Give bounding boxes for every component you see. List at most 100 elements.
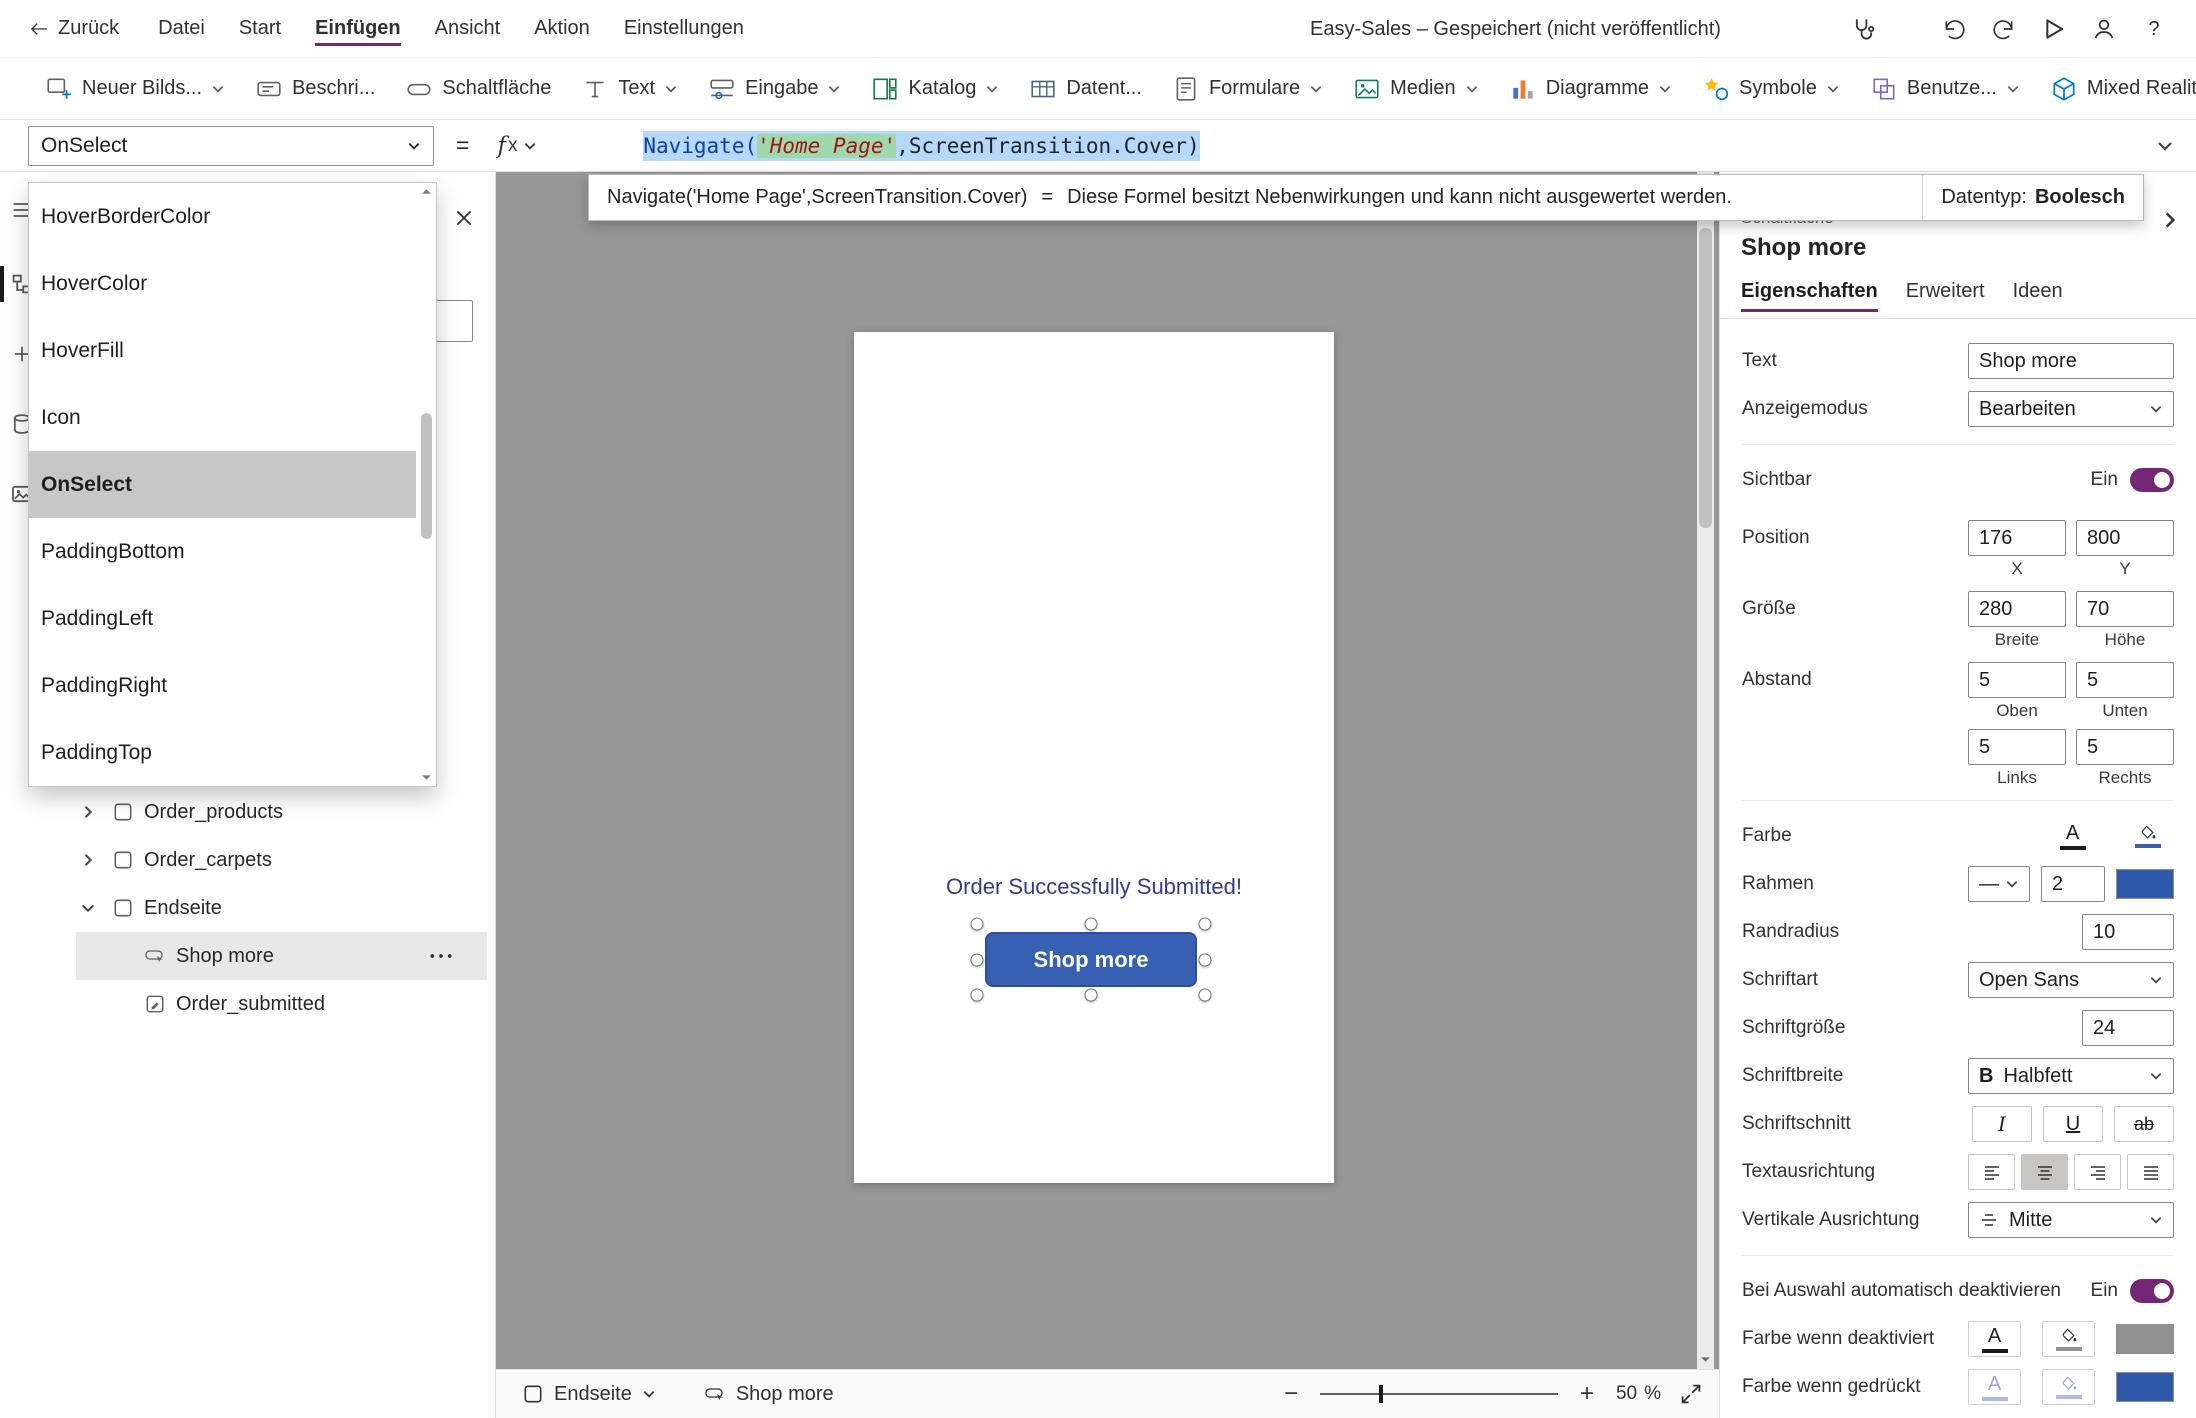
fullscreen-icon[interactable]	[1679, 1382, 1703, 1406]
menu-einfuegen[interactable]: Einfügen	[298, 17, 418, 46]
resize-handle-se[interactable]	[1198, 988, 1212, 1002]
canvas-label[interactable]: Order Successfully Submitted!	[854, 874, 1334, 900]
ribbon-button[interactable]: Schaltfläche	[390, 75, 566, 103]
scroll-up-icon[interactable]	[420, 185, 433, 198]
canvas-scrollbar[interactable]	[1697, 172, 1714, 1369]
menu-datei[interactable]: Datei	[141, 17, 222, 40]
tab-ideen[interactable]: Ideen	[2013, 280, 2063, 312]
scrollbar-thumb[interactable]	[1699, 228, 1712, 528]
padding-right-input[interactable]: 5	[2076, 729, 2174, 765]
align-center-button[interactable]	[2021, 1154, 2068, 1190]
padding-left-input[interactable]: 5	[1968, 729, 2066, 765]
ribbon-text[interactable]: Text	[566, 75, 693, 103]
property-selector[interactable]: OnSelect	[28, 125, 434, 166]
font-size-input[interactable]: 24	[2082, 1010, 2174, 1046]
zoom-out-button[interactable]: −	[1280, 1380, 1302, 1408]
play-preview-icon[interactable]	[2042, 17, 2066, 41]
pressed-color-swatch[interactable]	[2116, 1372, 2174, 1402]
display-mode-dropdown[interactable]: Bearbeiten	[1968, 391, 2174, 427]
ribbon-charts[interactable]: Diagramme	[1494, 75, 1687, 103]
menu-ansicht[interactable]: Ansicht	[418, 17, 518, 40]
undo-icon[interactable]	[1942, 17, 1966, 41]
align-right-button[interactable]	[2074, 1154, 2121, 1190]
tree-item-endseite[interactable]: Endseite	[0, 884, 489, 932]
dropdown-item-paddingright[interactable]: PaddingRight	[29, 652, 436, 719]
canvas-button[interactable]: Shop more	[985, 932, 1197, 987]
auto-disable-toggle[interactable]	[2130, 1279, 2174, 1303]
back-button[interactable]: Zurück	[0, 17, 141, 40]
chevron-right-icon[interactable]	[80, 852, 96, 868]
ribbon-label[interactable]: Beschri...	[240, 75, 390, 103]
share-person-icon[interactable]	[2092, 17, 2116, 41]
strikethrough-button[interactable]: ab	[2114, 1106, 2174, 1142]
chevron-down-icon[interactable]	[80, 900, 96, 916]
underline-button[interactable]: U	[2043, 1106, 2103, 1142]
dropdown-item-paddingtop[interactable]: PaddingTop	[29, 719, 436, 786]
dropdown-item-hovercolor[interactable]: HoverColor	[29, 250, 436, 317]
ribbon-gallery[interactable]: Katalog	[856, 75, 1014, 103]
dropdown-item-icon[interactable]: Icon	[29, 384, 436, 451]
resize-handle-sw[interactable]	[970, 988, 984, 1002]
position-y-input[interactable]: 800	[2076, 520, 2174, 556]
fill-color-button[interactable]	[2121, 818, 2174, 854]
menu-einstellungen[interactable]: Einstellungen	[607, 17, 761, 40]
close-panel-button[interactable]	[449, 203, 479, 233]
resize-handle-ne[interactable]	[1198, 917, 1212, 931]
dropdown-item-onselect[interactable]: OnSelect	[29, 451, 416, 518]
tree-item-order-submitted[interactable]: Order_submitted	[0, 980, 489, 1028]
border-color-swatch[interactable]	[2116, 869, 2174, 899]
menu-aktion[interactable]: Aktion	[517, 17, 607, 40]
font-color-button[interactable]: A	[2046, 818, 2099, 854]
pressed-font-color-button[interactable]: A	[1968, 1369, 2021, 1405]
dropdown-item-hoverbordercolor[interactable]: HoverBorderColor	[29, 183, 436, 250]
pressed-fill-color-button[interactable]	[2042, 1369, 2095, 1405]
screen-selector[interactable]: Endseite	[522, 1383, 656, 1406]
tab-erweitert[interactable]: Erweitert	[1906, 280, 1985, 312]
tree-item-order-products[interactable]: Order_products	[0, 788, 489, 836]
app-screen-canvas[interactable]: Order Successfully Submitted! Shop more	[854, 332, 1334, 1183]
redo-icon[interactable]	[1992, 17, 2016, 41]
dropdown-scrollbar[interactable]	[419, 185, 434, 784]
italic-button[interactable]: I	[1972, 1106, 2032, 1142]
selected-control-indicator[interactable]: Shop more	[704, 1383, 834, 1406]
ribbon-custom[interactable]: Benutze...	[1855, 75, 2035, 103]
ribbon-mixed-reality[interactable]: Mixed Reality	[2035, 75, 2196, 103]
dropdown-item-paddingbottom[interactable]: PaddingBottom	[29, 518, 436, 585]
tree-item-shop-more[interactable]: Shop more	[0, 932, 489, 980]
scroll-down-icon[interactable]	[420, 771, 433, 784]
help-button[interactable]: ?	[2142, 18, 2166, 41]
zoom-in-button[interactable]: +	[1576, 1380, 1598, 1408]
font-weight-dropdown[interactable]: B Halbfett	[1968, 1058, 2174, 1094]
app-checker-icon[interactable]	[1852, 17, 1876, 41]
border-radius-input[interactable]: 10	[2082, 914, 2174, 950]
ribbon-datatable[interactable]: Datent...	[1014, 75, 1157, 103]
ribbon-forms[interactable]: Formulare	[1157, 75, 1338, 103]
disabled-fill-color-button[interactable]	[2042, 1321, 2095, 1357]
position-x-input[interactable]: 176	[1968, 520, 2066, 556]
fx-button[interactable]: fx	[497, 133, 537, 159]
padding-bottom-input[interactable]: 5	[2076, 662, 2174, 698]
dropdown-item-hoverfill[interactable]: HoverFill	[29, 317, 436, 384]
vertical-align-dropdown[interactable]: Mitte	[1968, 1202, 2174, 1238]
disabled-color-swatch[interactable]	[2116, 1324, 2174, 1354]
slider-thumb[interactable]	[1379, 1385, 1384, 1403]
tree-item-order-carpets[interactable]: Order_carpets	[0, 836, 489, 884]
more-options-icon[interactable]	[429, 951, 453, 961]
border-style-dropdown[interactable]: —	[1968, 866, 2030, 902]
resize-handle-n[interactable]	[1084, 917, 1098, 931]
ribbon-input[interactable]: Eingabe	[693, 75, 856, 103]
scrollbar-thumb[interactable]	[421, 413, 432, 539]
text-input[interactable]: Shop more	[1968, 343, 2174, 379]
ribbon-media[interactable]: Medien	[1338, 75, 1494, 103]
formula-expand-icon[interactable]	[2156, 137, 2174, 155]
chevron-right-icon[interactable]	[80, 804, 96, 820]
resize-handle-e[interactable]	[1198, 953, 1212, 966]
resize-handle-s[interactable]	[1084, 988, 1098, 1002]
dropdown-item-paddingleft[interactable]: PaddingLeft	[29, 585, 436, 652]
align-justify-button[interactable]	[2127, 1154, 2174, 1190]
font-family-dropdown[interactable]: Open Sans	[1968, 962, 2174, 998]
visible-toggle[interactable]	[2130, 468, 2174, 492]
resize-handle-nw[interactable]	[970, 917, 984, 931]
padding-top-input[interactable]: 5	[1968, 662, 2066, 698]
ribbon-icons[interactable]: Symbole	[1687, 75, 1855, 103]
